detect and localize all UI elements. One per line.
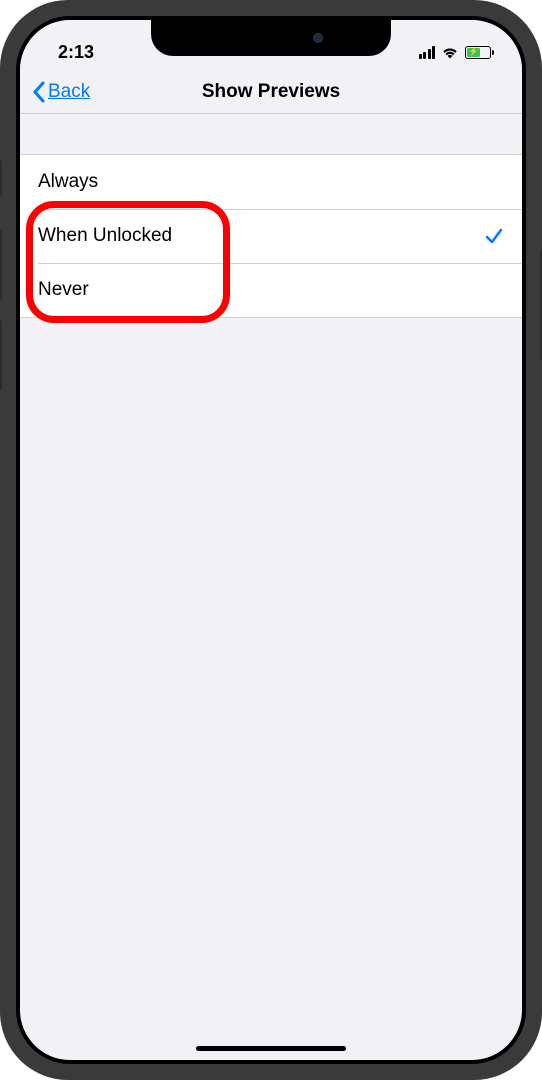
back-button[interactable]: Back <box>32 81 90 103</box>
options-list: Always When Unlocked Never <box>20 154 522 318</box>
volume-up-button <box>0 230 2 300</box>
option-label: When Unlocked <box>38 225 172 247</box>
navigation-bar: Back Show Previews <box>20 70 522 114</box>
status-icons: ⚡ <box>419 45 495 59</box>
mute-switch <box>0 160 2 196</box>
volume-down-button <box>0 320 2 390</box>
page-title: Show Previews <box>202 81 340 103</box>
home-indicator[interactable] <box>196 1046 346 1051</box>
status-time: 2:13 <box>58 42 94 63</box>
device-bezel: 2:13 ⚡ <box>16 16 526 1064</box>
battery-icon: ⚡ <box>465 46 494 59</box>
device-frame: 2:13 ⚡ <box>0 0 542 1080</box>
camera-icon <box>313 33 323 43</box>
option-always[interactable]: Always <box>20 155 522 209</box>
option-when-unlocked[interactable]: When Unlocked <box>20 209 522 263</box>
checkmark-icon <box>484 226 504 246</box>
option-label: Never <box>38 279 89 301</box>
group-spacer <box>20 114 522 154</box>
option-label: Always <box>38 171 98 193</box>
charging-bolt-icon: ⚡ <box>469 48 479 56</box>
screen: 2:13 ⚡ <box>20 20 522 1060</box>
chevron-left-icon <box>32 81 46 103</box>
cellular-icon <box>419 46 436 59</box>
notch <box>151 20 391 56</box>
option-never[interactable]: Never <box>20 263 522 317</box>
wifi-icon <box>441 45 459 59</box>
back-label: Back <box>48 81 90 103</box>
